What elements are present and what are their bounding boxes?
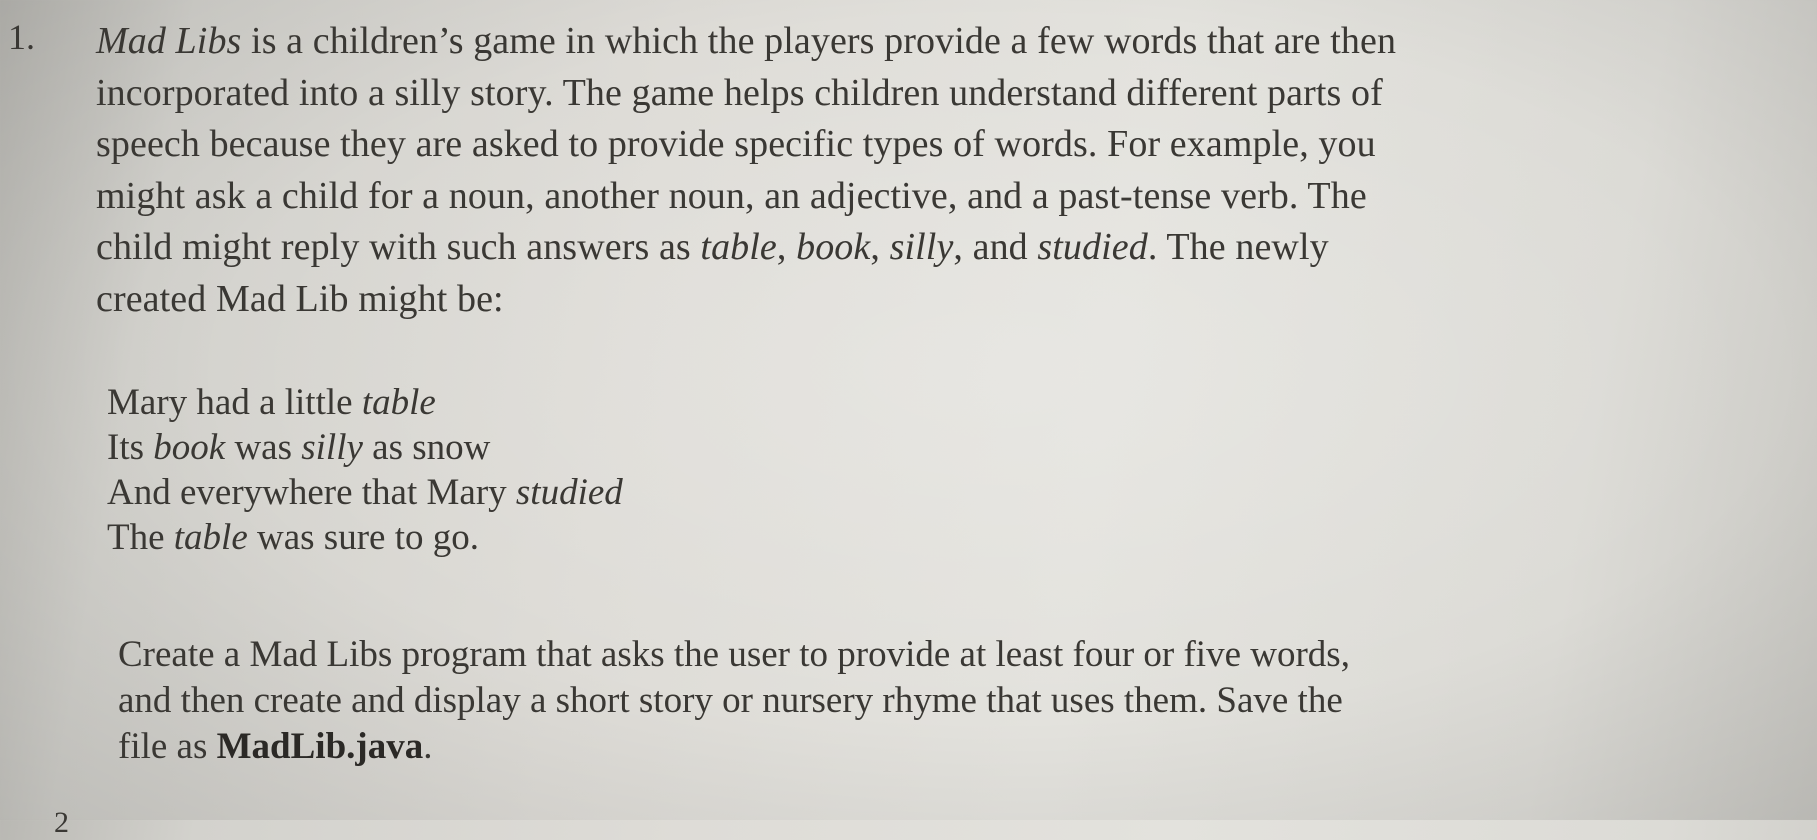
text-run: and then create and display a short stor… — [118, 680, 1343, 721]
italic-word: book — [153, 427, 226, 468]
text-line: incorporated into a silly story. The gam… — [96, 68, 1816, 120]
text-run: might ask a child for a noun, another no… — [96, 174, 1367, 217]
text-run: is a children’s game in which the player… — [241, 20, 1397, 62]
text-line: Mary had a little table — [107, 380, 623, 425]
text-line: created Mad Lib might be: — [96, 274, 1816, 326]
text-run: speech because they are asked to provide… — [96, 123, 1376, 165]
text-run: incorporated into a silly story. The gam… — [96, 71, 1383, 114]
text-line: and then create and display a short stor… — [118, 678, 1350, 724]
text-run: . — [423, 726, 433, 767]
next-exercise-number-partial: 2 — [54, 806, 69, 839]
italic-word: Mad Libs — [96, 20, 242, 62]
text-line: Create a Mad Libs program that asks the … — [118, 632, 1350, 678]
italic-word: table — [173, 517, 248, 558]
text-run: as snow — [362, 427, 491, 468]
text-run: Its — [107, 427, 154, 468]
text-run: Create a Mad Libs program that asks the … — [118, 634, 1350, 675]
text-run: child might reply with such answers as — [96, 226, 701, 268]
text-line: speech because they are asked to provide… — [96, 119, 1816, 171]
text-line: file as MadLib.java. — [118, 724, 1350, 770]
text-run: was sure to go. — [247, 517, 479, 558]
text-run: , and — [953, 226, 1038, 268]
text-run: file as — [118, 726, 217, 767]
text-line: might ask a child for a noun, another no… — [96, 171, 1816, 223]
italic-word: studied — [515, 472, 623, 513]
text-run: Mary had a little — [107, 382, 362, 423]
text-run: And everywhere that Mary — [107, 472, 516, 513]
bold-filename: MadLib.java — [216, 726, 424, 767]
text-line: And everywhere that Mary studied — [107, 470, 623, 515]
text-run: was — [225, 427, 302, 468]
text-run: created Mad Lib might be: — [96, 277, 504, 320]
text-run: The — [107, 517, 174, 558]
text-line: The table was sure to go. — [107, 515, 623, 560]
italic-word: studied — [1037, 226, 1148, 268]
italic-word: silly — [301, 427, 363, 468]
example-mad-lib-poem: Mary had a little table Its book was sill… — [107, 380, 623, 560]
text-line: Mad Libs is a children’s game in which t… — [96, 16, 1816, 68]
italic-word: table — [361, 382, 436, 423]
text-run: . The newly — [1147, 226, 1329, 268]
exercise-intro-paragraph: Mad Libs is a children’s game in which t… — [96, 16, 1816, 325]
text-line: Its book was silly as snow — [107, 425, 623, 470]
italic-word: book — [796, 226, 871, 268]
exercise-task-paragraph: Create a Mad Libs program that asks the … — [118, 632, 1350, 770]
text-run: , — [870, 226, 890, 268]
exercise-number: 1. — [8, 17, 35, 57]
italic-word: silly — [889, 226, 954, 268]
text-run: , — [776, 226, 797, 268]
text-line: child might reply with such answers as t… — [96, 222, 1816, 274]
italic-word: table — [700, 226, 777, 268]
